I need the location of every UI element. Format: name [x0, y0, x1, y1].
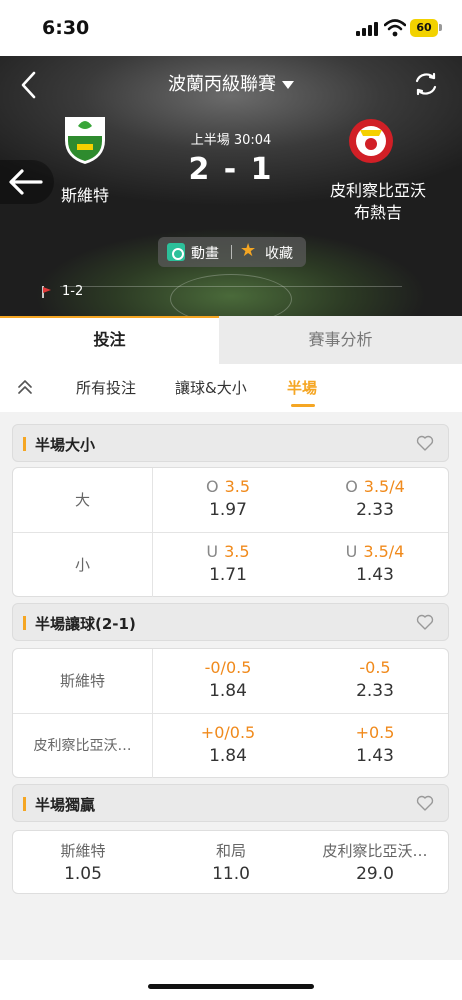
- away-team-name-line2: 布熱吉: [353, 203, 402, 222]
- odds-button[interactable]: O 3.5 1.97: [154, 468, 302, 532]
- odds-row: 大 O 3.5 1.97 O 3.5/4 2.33: [13, 468, 448, 532]
- odds-line: -0/0.5: [204, 658, 252, 677]
- outcome-name: 皮利察比亞沃…: [322, 842, 428, 860]
- odds-row: 皮利察比亞沃… +0/0.5 1.84 +0.5 1.43: [13, 713, 448, 778]
- favorite-label[interactable]: 收藏: [265, 243, 293, 263]
- cellular-signal-icon: [356, 22, 378, 36]
- odds-button[interactable]: +0/0.5 1.84: [154, 714, 302, 778]
- bottom-safe-area: [0, 960, 462, 1000]
- row-label: 斯維特: [13, 649, 153, 713]
- refresh-icon[interactable]: [412, 70, 440, 98]
- match-score: 2 - 1: [188, 152, 274, 187]
- league-selector[interactable]: 波蘭丙級聯賽: [0, 70, 462, 96]
- market-card-half-handicap: 斯維特 -0/0.5 1.84 -0.5 2.33 皮利察比亞沃… +0/0.5…: [12, 648, 449, 778]
- odds-button[interactable]: -0/0.5 1.84: [154, 649, 302, 713]
- odds-row: 小 U 3.5 1.71 U 3.5/4 1.43: [13, 532, 448, 597]
- odds-price: 1.71: [209, 565, 247, 585]
- wifi-icon: [384, 19, 406, 37]
- heart-icon[interactable]: [416, 795, 434, 811]
- odds-price: 1.43: [356, 565, 394, 585]
- tab-half-time[interactable]: 半場: [287, 377, 317, 398]
- animation-favorite-bar: 動畫 ★ 收藏: [158, 237, 306, 267]
- battery-icon: 60: [410, 19, 438, 37]
- under-prefix: U: [345, 542, 358, 561]
- odds-price: 2.33: [356, 681, 394, 701]
- match-period: 上半場 30:04: [190, 133, 272, 148]
- star-icon[interactable]: ★: [240, 241, 256, 261]
- under-prefix: U: [206, 542, 219, 561]
- corner-count: 1-2: [42, 284, 83, 299]
- heart-icon[interactable]: [416, 614, 434, 630]
- home-indicator[interactable]: [148, 984, 314, 989]
- row-label: 大: [13, 468, 153, 532]
- match-header: 波蘭丙級聯賽 斯維特 皮利察比亞沃 布熱吉 上半場 30:04 2 - 1 動畫…: [0, 56, 462, 316]
- odds-button[interactable]: U 3.5/4 1.43: [302, 533, 448, 597]
- odds-line: +0/0.5: [200, 723, 256, 742]
- market-header-half-1x2[interactable]: 半場獨贏: [12, 784, 449, 822]
- tab-handicap-over-under[interactable]: 讓球&大小: [175, 377, 247, 398]
- caret-down-icon: [282, 81, 294, 89]
- odds-price: 29.0: [356, 864, 394, 884]
- market-title: 半場讓球(2-1): [35, 615, 136, 633]
- battery-tip: [439, 24, 442, 31]
- odds-button-home[interactable]: 斯維特 1.05: [13, 831, 153, 891]
- odds-price: 1.05: [64, 864, 102, 884]
- over-prefix: O: [205, 477, 219, 496]
- odds-button[interactable]: O 3.5/4 2.33: [302, 468, 448, 532]
- market-title: 半場獨贏: [35, 796, 96, 814]
- animation-icon[interactable]: [167, 243, 185, 261]
- main-tabs: 投注 賽事分析: [0, 316, 462, 364]
- odds-price: 2.33: [356, 500, 394, 520]
- tab-match-analysis[interactable]: 賽事分析: [219, 316, 462, 364]
- outcome-name: 和局: [215, 842, 246, 860]
- animation-label[interactable]: 動畫: [191, 243, 219, 263]
- collapse-all-icon[interactable]: [16, 378, 34, 396]
- section-accent-bar: [23, 616, 26, 630]
- row-label: 小: [13, 533, 153, 597]
- section-accent-bar: [23, 797, 26, 811]
- league-title: 波蘭丙級聯賽: [168, 74, 276, 95]
- heart-icon[interactable]: [416, 435, 434, 451]
- market-title: 半場大小: [35, 436, 96, 454]
- status-bar: 6:30 60: [0, 0, 462, 56]
- corner-score: 1-2: [62, 284, 84, 299]
- odds-price: 1.84: [209, 681, 247, 701]
- arrow-left-icon: [9, 169, 43, 195]
- odds-button-draw[interactable]: 和局 11.0: [161, 831, 301, 891]
- tab-bet[interactable]: 投注: [0, 316, 219, 364]
- sub-tabs: 所有投注 讓球&大小 半場: [0, 364, 462, 412]
- odds-line: 3.5/4: [363, 542, 405, 561]
- corner-flag-icon: [42, 285, 51, 298]
- section-accent-bar: [23, 437, 26, 451]
- odds-price: 1.43: [356, 746, 394, 766]
- status-time: 6:30: [42, 17, 90, 39]
- odds-price: 11.0: [212, 864, 250, 884]
- odds-button[interactable]: +0.5 1.43: [302, 714, 448, 778]
- odds-line: 3.5: [224, 542, 250, 561]
- market-card-half-ou: 大 O 3.5 1.97 O 3.5/4 2.33 小 U 3.5 1.71 U 3.5…: [12, 467, 449, 597]
- odds-row: 斯維特 -0/0.5 1.84 -0.5 2.33: [13, 649, 448, 713]
- row-label: 皮利察比亞沃…: [13, 714, 153, 778]
- outcome-name: 斯維特: [60, 842, 106, 860]
- pitch-arc: [170, 274, 292, 316]
- odds-line: -0.5: [359, 658, 391, 677]
- market-header-half-ou[interactable]: 半場大小: [12, 424, 449, 462]
- market-header-half-handicap[interactable]: 半場讓球(2-1): [12, 603, 449, 641]
- large-back-button[interactable]: [0, 160, 54, 204]
- odds-line: +0.5: [355, 723, 395, 742]
- odds-button[interactable]: -0.5 2.33: [302, 649, 448, 713]
- odds-line: 3.5/4: [363, 477, 405, 496]
- odds-button-away[interactable]: 皮利察比亞沃… 29.0: [305, 831, 445, 891]
- market-card-half-1x2: 斯維特 1.05 和局 11.0 皮利察比亞沃… 29.0: [12, 830, 449, 894]
- over-prefix: O: [345, 477, 358, 496]
- divider: [231, 245, 232, 259]
- odds-button[interactable]: U 3.5 1.71: [154, 533, 302, 597]
- odds-price: 1.97: [209, 500, 247, 520]
- active-tab-indicator: [291, 404, 315, 407]
- odds-price: 1.84: [209, 746, 247, 766]
- odds-line: 3.5: [224, 477, 251, 496]
- tab-all-bets[interactable]: 所有投注: [76, 377, 136, 398]
